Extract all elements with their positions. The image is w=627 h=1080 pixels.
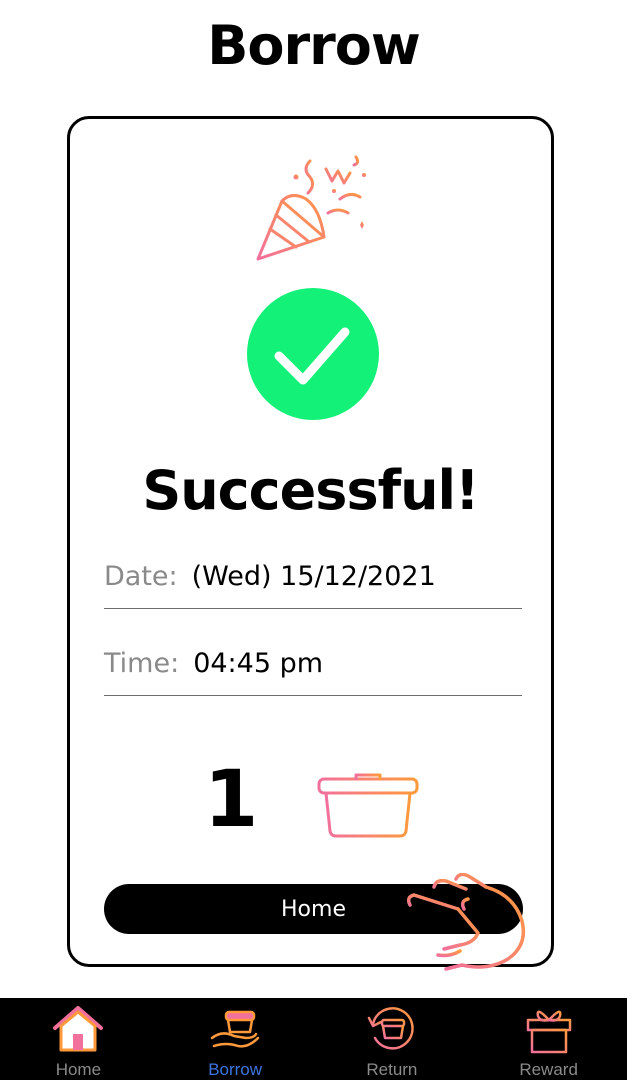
page-title: Borrow [207, 14, 421, 77]
tab-home[interactable]: Home [0, 998, 157, 1080]
time-row: Time: 04:45 pm [104, 648, 522, 696]
return-icon [367, 1007, 414, 1050]
check-circle-icon [247, 288, 379, 420]
date-row: Date: (Wed) 15/12/2021 [104, 561, 522, 609]
gift-icon [526, 1010, 571, 1054]
success-title: Successful! [142, 459, 479, 522]
time-value: 04:45 pm [193, 648, 324, 679]
tab-borrow[interactable]: Borrow [157, 998, 314, 1080]
tab-reward-label: Reward [519, 1060, 578, 1079]
home-button[interactable]: Home [104, 884, 523, 934]
home-icon [53, 1006, 104, 1052]
tab-home-label: Home [55, 1060, 102, 1079]
date-label: Date: [104, 561, 178, 592]
tab-return-label: Return [366, 1060, 418, 1079]
date-value: (Wed) 15/12/2021 [191, 561, 436, 592]
success-card: Successful! Date: (Wed) 15/12/2021 Time: 0… [67, 116, 554, 971]
party-popper-icon [256, 155, 366, 261]
tab-reward[interactable]: Reward [470, 998, 627, 1080]
tab-bar: Home Borrow Return Reward [0, 998, 627, 1080]
container-count: 1 [204, 755, 259, 845]
time-label: Time: [104, 648, 180, 679]
tab-borrow-label: Borrow [208, 1060, 263, 1079]
borrow-icon [210, 1010, 260, 1048]
food-container-icon [317, 773, 419, 838]
tab-return[interactable]: Return [314, 998, 471, 1080]
